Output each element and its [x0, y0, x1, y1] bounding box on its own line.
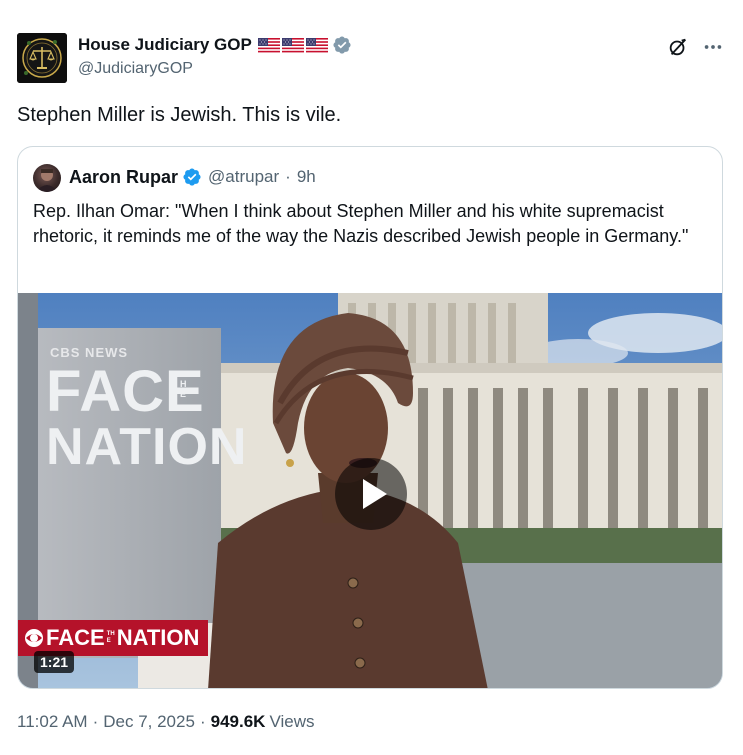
more-icon[interactable] [702, 36, 724, 58]
us-flag-icon [305, 37, 328, 53]
quoted-author-avatar[interactable] [33, 164, 61, 192]
post-time[interactable]: 11:02 AM [17, 712, 88, 732]
backdrop-the-label: THE [180, 369, 187, 399]
quoted-separator: · [285, 167, 291, 186]
post: House Judiciary GOP @JudiciaryGOP Stephe… [0, 0, 743, 755]
video-player[interactable]: CBS NEWS FACE THE NATION FACE THE NATION [18, 293, 722, 688]
lower-third: FACE THE NATION [24, 623, 199, 653]
quoted-author-handle[interactable]: @atrupar [208, 167, 279, 187]
views-label: Views [269, 712, 315, 731]
quoted-header: Aaron Rupar @atrupar · 9h [69, 165, 316, 189]
author-block: House Judiciary GOP @JudiciaryGOP [78, 34, 352, 78]
views-count[interactable]: 949.6K [211, 712, 266, 732]
cbs-eye-icon [25, 629, 43, 647]
author-name-row: House Judiciary GOP [78, 34, 352, 56]
verified-badge-icon[interactable] [332, 35, 352, 55]
video-duration: 1:21 [34, 651, 75, 673]
flag-group [257, 37, 328, 53]
lower-third-the: THE [106, 631, 115, 644]
author-handle[interactable]: @JudiciaryGOP [78, 60, 352, 78]
author-name[interactable]: House Judiciary GOP [78, 35, 252, 55]
quoted-post[interactable]: Aaron Rupar @atrupar · 9h Rep. Ilhan Oma… [17, 146, 723, 689]
post-meta: 11:02 AM · Dec 7, 2025 · 949.6K Views [17, 712, 314, 732]
backdrop-cbs-label: CBS NEWS [50, 345, 129, 360]
meta-separator: · [199, 712, 206, 731]
author-avatar[interactable] [17, 33, 67, 83]
post-date[interactable]: Dec 7, 2025 [103, 712, 195, 732]
avatar-photo [36, 169, 58, 192]
quoted-time[interactable]: 9h [297, 167, 316, 187]
lower-third-face: FACE [46, 625, 105, 650]
quoted-text: Rep. Ilhan Omar: "When I think about Ste… [33, 201, 689, 246]
post-text: Stephen Miller is Jewish. This is vile. [17, 104, 342, 126]
play-icon[interactable] [334, 457, 408, 531]
us-flag-icon [281, 37, 304, 53]
lower-third-nation: NATION [116, 625, 200, 650]
judiciary-seal-icon [17, 33, 67, 83]
grok-icon[interactable] [667, 36, 689, 58]
verified-badge-icon[interactable] [182, 167, 202, 187]
meta-separator: · [92, 712, 99, 731]
backdrop-nation-label: NATION [46, 418, 248, 476]
quoted-author-name[interactable]: Aaron Rupar [69, 167, 178, 188]
us-flag-icon [257, 37, 280, 53]
